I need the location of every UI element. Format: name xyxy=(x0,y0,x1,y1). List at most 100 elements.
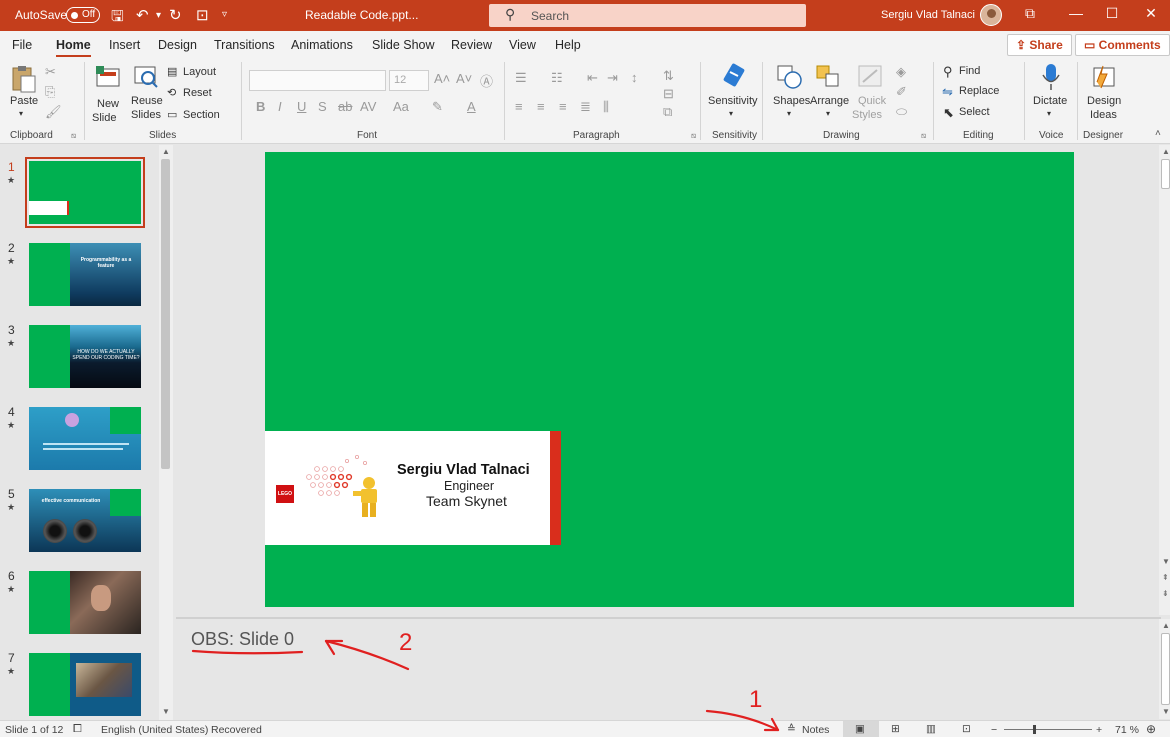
fit-to-window-icon[interactable]: ⊕ xyxy=(1146,722,1156,736)
section-button[interactable]: Section xyxy=(183,109,220,121)
notes-pane[interactable]: OBS: Slide 0 xyxy=(176,619,1161,719)
scroll-up-icon[interactable]: ▲ xyxy=(1162,621,1170,630)
slide-sorter-icon[interactable]: ⊞ xyxy=(891,723,900,735)
zoom-in-icon[interactable]: + xyxy=(1096,724,1102,736)
scroll-up-icon[interactable]: ▲ xyxy=(1162,147,1170,156)
cut-icon[interactable]: ✂ xyxy=(45,64,56,80)
search-box[interactable]: ⚲ Search xyxy=(489,4,806,27)
sensitivity-icon[interactable] xyxy=(721,62,747,93)
reset-button[interactable]: Reset xyxy=(183,87,212,99)
new-slide-label-2[interactable]: Slide xyxy=(92,112,116,125)
smartart-icon[interactable]: ⧉ xyxy=(663,104,672,120)
align-text-icon[interactable]: ⊟ xyxy=(663,86,674,102)
reading-view-icon[interactable]: ▥ xyxy=(926,723,936,735)
paste-icon[interactable] xyxy=(9,64,37,94)
tab-review[interactable]: Review xyxy=(451,38,492,52)
align-center-icon[interactable]: ≡ xyxy=(537,99,545,114)
numbering-icon[interactable]: ☷ xyxy=(551,70,563,86)
arrange-button[interactable]: Arrange xyxy=(810,95,849,108)
dictate-dropdown-icon[interactable]: ▾ xyxy=(1047,109,1051,118)
shape-effects-icon[interactable]: ⬭ xyxy=(896,104,907,120)
paragraph-launcher-icon[interactable]: ⧅ xyxy=(691,131,696,141)
tab-home[interactable]: Home xyxy=(56,38,91,57)
save-icon[interactable]: 🖫 xyxy=(111,6,124,31)
dictate-button[interactable]: Dictate xyxy=(1033,95,1067,108)
tab-help[interactable]: Help xyxy=(555,38,581,52)
bullets-icon[interactable]: ☰ xyxy=(515,70,527,86)
tab-animations[interactable]: Animations xyxy=(291,38,353,52)
scroll-down-icon[interactable]: ▼ xyxy=(1162,707,1170,716)
align-right-icon[interactable]: ≡ xyxy=(559,99,567,114)
change-case-icon[interactable]: Aa xyxy=(393,99,409,114)
grow-font-icon[interactable]: A˄ xyxy=(434,71,450,86)
collapse-ribbon-icon[interactable]: ˄ xyxy=(1155,128,1161,139)
shrink-font-icon[interactable]: A˅ xyxy=(456,71,472,86)
shape-outline-icon[interactable]: ✐ xyxy=(896,84,907,100)
slide-canvas[interactable]: LEGO Sergiu Vlad Talnaci Engineer Team S… xyxy=(265,152,1074,607)
accessibility-icon[interactable]: ⧠ xyxy=(73,723,82,736)
undo-icon[interactable]: ↶ xyxy=(136,6,149,24)
reset-icon[interactable]: ⟲ xyxy=(167,86,176,99)
tab-insert[interactable]: Insert xyxy=(109,38,140,52)
arrange-icon[interactable] xyxy=(815,64,843,93)
next-slide-icon[interactable]: ⇟ xyxy=(1162,589,1169,598)
maximize-icon[interactable]: ☐ xyxy=(1100,5,1124,22)
decrease-indent-icon[interactable]: ⇤ xyxy=(587,70,598,86)
zoom-slider-thumb[interactable] xyxy=(1033,725,1036,734)
design-ideas-label-1[interactable]: Design xyxy=(1087,95,1121,108)
minimize-icon[interactable]: — xyxy=(1064,5,1088,21)
dialog-launcher-icon[interactable]: ⧅ xyxy=(71,131,76,141)
scroll-down-icon[interactable]: ▼ xyxy=(1162,557,1170,566)
tab-view[interactable]: View xyxy=(509,38,536,52)
slide-thumbnail-7[interactable] xyxy=(29,653,141,716)
close-icon[interactable]: ✕ xyxy=(1139,5,1163,22)
shadow-icon[interactable]: S xyxy=(318,99,327,114)
find-icon[interactable]: ⚲ xyxy=(943,64,953,80)
quick-styles-label-1[interactable]: Quick xyxy=(858,95,886,108)
find-button[interactable]: Find xyxy=(959,65,980,77)
notes-icon[interactable]: ≙ xyxy=(787,723,796,735)
font-name-field[interactable] xyxy=(249,70,386,91)
design-ideas-label-2[interactable]: Ideas xyxy=(1090,109,1117,122)
new-slide-icon[interactable] xyxy=(94,64,122,93)
slide-thumbnail-3[interactable]: HOW DO WE ACTUALLY SPEND OUR CODING TIME… xyxy=(29,325,141,388)
reuse-slides-label-2[interactable]: Slides xyxy=(131,109,161,122)
scrollbar-thumb[interactable] xyxy=(1161,633,1170,705)
autosave-toggle[interactable]: Off xyxy=(66,7,100,23)
align-left-icon[interactable]: ≡ xyxy=(515,99,523,114)
quick-styles-icon[interactable] xyxy=(857,64,885,93)
reuse-slides-label-1[interactable]: Reuse xyxy=(131,95,163,108)
zoom-out-icon[interactable]: − xyxy=(991,724,997,736)
customize-qat-icon[interactable]: ▿ xyxy=(222,9,227,20)
arrange-dropdown-icon[interactable]: ▾ xyxy=(826,109,830,118)
font-size-field[interactable]: 12 xyxy=(389,70,429,91)
increase-indent-icon[interactable]: ⇥ xyxy=(607,70,618,86)
slide-thumbnail-2[interactable]: Programmability as a feature xyxy=(29,243,141,306)
drawing-launcher-icon[interactable]: ⧅ xyxy=(921,131,926,141)
shapes-button[interactable]: Shapes xyxy=(773,95,810,108)
replace-button[interactable]: Replace xyxy=(959,85,999,97)
comments-button[interactable]: ▭ Comments xyxy=(1075,34,1170,56)
new-slide-label-1[interactable]: New xyxy=(97,98,119,111)
line-spacing-icon[interactable]: ↕ xyxy=(631,70,638,85)
paste-button[interactable]: Paste xyxy=(10,95,38,108)
shapes-dropdown-icon[interactable]: ▾ xyxy=(787,109,791,118)
font-color-icon[interactable]: A xyxy=(467,99,476,114)
replace-icon[interactable]: ⇋ xyxy=(942,84,953,100)
slideshow-view-icon[interactable]: ⊡ xyxy=(962,723,971,735)
strikethrough-icon[interactable]: ab xyxy=(338,99,352,114)
char-spacing-icon[interactable]: AV xyxy=(360,99,376,114)
notes-text[interactable]: OBS: Slide 0 xyxy=(191,629,294,650)
slide-scrollbar[interactable]: ▲ ▼ ⇞ ⇟ xyxy=(1159,145,1170,615)
text-direction-icon[interactable]: ⇅ xyxy=(663,68,674,84)
slide-thumbnail-6[interactable] xyxy=(29,571,141,634)
format-painter-icon[interactable]: 🖌 xyxy=(45,104,62,120)
microphone-icon[interactable] xyxy=(1040,62,1062,95)
slide-thumbnail-4[interactable] xyxy=(29,407,141,470)
layout-button[interactable]: Layout xyxy=(183,66,216,78)
presenter-card[interactable]: LEGO Sergiu Vlad Talnaci Engineer Team S… xyxy=(265,431,561,545)
avatar[interactable] xyxy=(980,4,1002,26)
share-button[interactable]: ⇪ Share xyxy=(1007,34,1072,56)
redo-icon[interactable]: ↻ xyxy=(169,6,182,24)
underline-icon[interactable]: U xyxy=(297,99,306,114)
